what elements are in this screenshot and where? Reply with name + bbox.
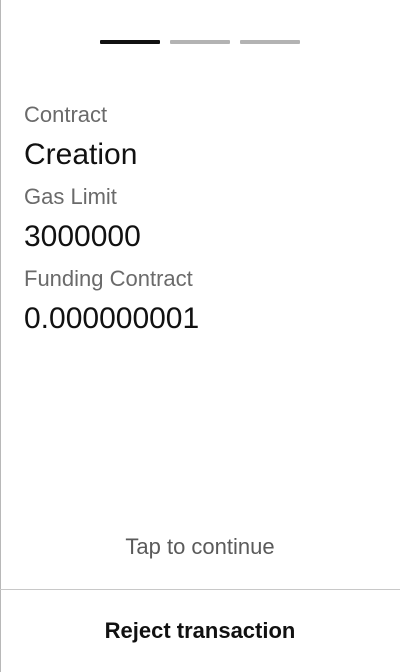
reject-transaction-button[interactable]: Reject transaction bbox=[0, 590, 400, 672]
tap-to-continue-hint[interactable]: Tap to continue bbox=[0, 532, 400, 562]
contract-label: Contract bbox=[24, 102, 108, 127]
step-indicator-segment-2 bbox=[170, 40, 230, 44]
contract-value: Creation bbox=[24, 138, 138, 171]
transaction-details: Contract Creation Gas Limit 3000000 Fund… bbox=[24, 100, 384, 346]
funding-contract-value: 0.000000001 bbox=[24, 302, 200, 335]
gas-limit-value: 3000000 bbox=[24, 220, 141, 253]
step-indicator-segment-3 bbox=[240, 40, 300, 44]
step-indicator-segment-1 bbox=[100, 40, 160, 44]
gas-limit-label: Gas Limit bbox=[24, 184, 117, 209]
step-indicator bbox=[100, 40, 300, 44]
funding-contract-label: Funding Contract bbox=[24, 266, 193, 291]
